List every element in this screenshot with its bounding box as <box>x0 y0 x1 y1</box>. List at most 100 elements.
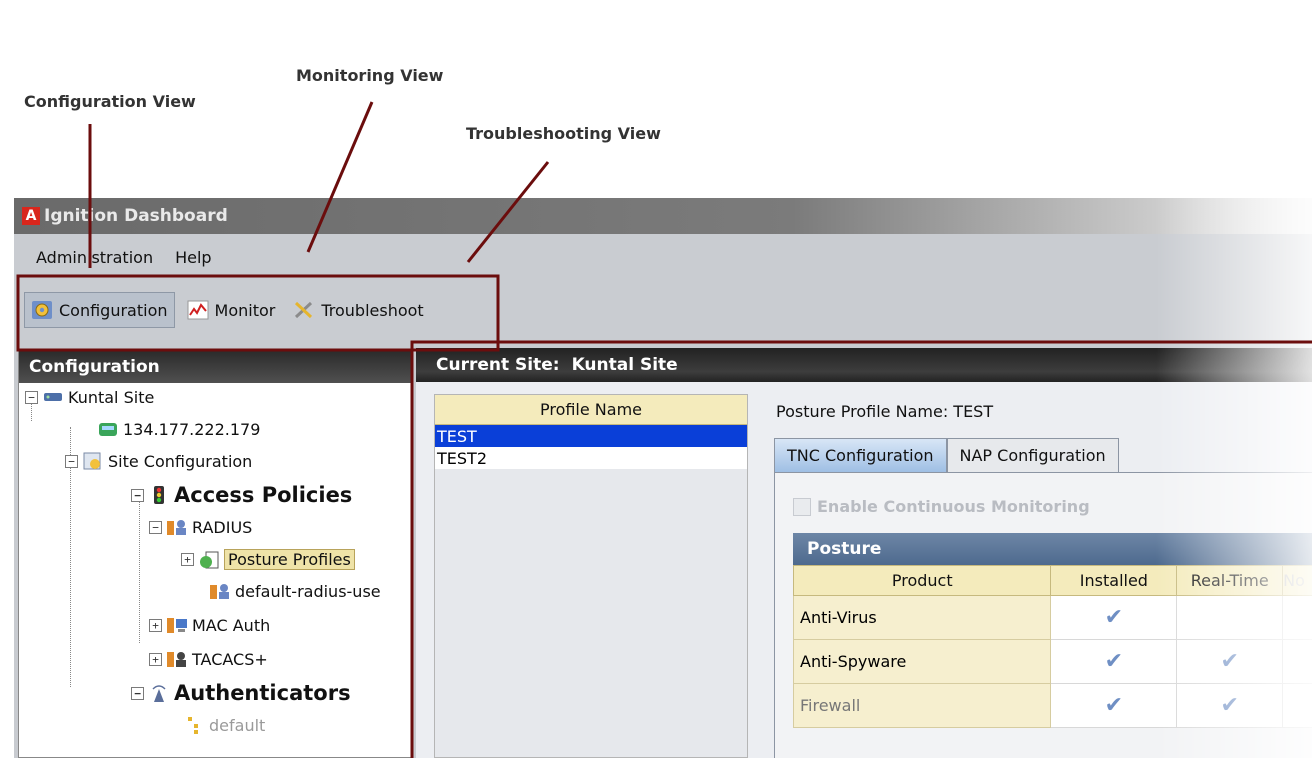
configuration-view-button[interactable]: Configuration <box>24 292 175 328</box>
tree-node-site-configuration[interactable]: − Site Configuration <box>65 451 252 471</box>
collapse-icon[interactable]: − <box>25 390 38 404</box>
installed-column-header[interactable]: Installed <box>1050 565 1178 596</box>
posture-icon <box>200 551 219 568</box>
table-row[interactable]: Anti-Spyware ✔ ✔ <box>792 639 1312 684</box>
gear-icon <box>32 301 52 319</box>
tree-label-ip: 134.177.222.179 <box>123 419 261 439</box>
tree-node-authenticators[interactable]: − Authenticators <box>131 681 351 705</box>
enable-monitoring-label: Enable Continuous Monitoring <box>817 497 1090 516</box>
next-column-header[interactable]: No <box>1282 565 1312 596</box>
tree-node-mac-auth[interactable]: + MAC Auth <box>149 615 270 635</box>
users-icon <box>210 584 229 599</box>
config-tabs: TNC Configuration NAP Configuration <box>774 438 1119 472</box>
enable-monitoring-row: Enable Continuous Monitoring <box>793 497 1090 516</box>
tree-node-radius[interactable]: − RADIUS <box>149 517 252 537</box>
tab-nap-configuration[interactable]: NAP Configuration <box>946 438 1119 472</box>
app-window: A Ignition Dashboard Administration Help… <box>14 198 1312 758</box>
installed-cell[interactable]: ✔ <box>1050 595 1178 640</box>
tree-node-access-policies[interactable]: − Access Policies <box>131 483 352 507</box>
checkmark-icon: ✔ <box>1104 605 1124 630</box>
realtime-cell[interactable] <box>1176 595 1284 640</box>
current-site-label: Current Site: <box>436 355 560 375</box>
configuration-view-callout: Configuration View <box>24 92 196 111</box>
realtime-cell[interactable]: ✔ <box>1176 639 1284 684</box>
expand-icon[interactable]: + <box>149 652 162 666</box>
profile-row[interactable]: TEST2 <box>435 447 747 469</box>
tree-label-posture-profiles: Posture Profiles <box>224 549 355 570</box>
troubleshooting-view-callout: Troubleshooting View <box>466 124 661 143</box>
chart-icon <box>187 300 209 320</box>
troubleshoot-view-button[interactable]: Troubleshoot <box>287 292 429 328</box>
configuration-tree-panel: Configuration − Kuntal Site 134.177.222.… <box>18 350 412 758</box>
tree-label-mac-auth: MAC Auth <box>192 615 271 635</box>
posture-profile-name: Posture Profile Name: TEST <box>776 402 994 421</box>
tnc-configuration-pane: Enable Continuous Monitoring Posture Pro… <box>774 472 1312 758</box>
collapse-icon[interactable]: − <box>65 454 78 468</box>
checkmark-icon: ✔ <box>1104 649 1124 674</box>
monitor-view-label: Monitor <box>214 300 276 320</box>
current-site-value: Kuntal Site <box>571 355 678 375</box>
expand-icon[interactable]: + <box>149 618 162 632</box>
posture-section-header: Posture <box>793 533 1312 565</box>
checkmark-icon: ✔ <box>1220 693 1239 718</box>
menu-help[interactable]: Help <box>175 248 211 267</box>
tree-group-icon <box>188 717 198 734</box>
configuration-view-label: Configuration <box>59 300 168 320</box>
profile-name-column-header[interactable]: Profile Name <box>435 395 747 425</box>
table-row[interactable]: Anti-Virus ✔ <box>792 595 1312 640</box>
current-site-header: Current Site: Kuntal Site <box>416 348 1312 382</box>
tree-node-site[interactable]: − Kuntal Site <box>25 387 154 407</box>
menu-administration[interactable]: Administration <box>36 248 153 267</box>
troubleshoot-view-label: Troubleshoot <box>321 300 424 320</box>
table-row[interactable]: Firewall ✔ ✔ <box>792 683 1312 728</box>
product-cell: Anti-Virus <box>792 595 1052 640</box>
menu-bar: Administration Help <box>14 234 1312 280</box>
realtime-column-header[interactable]: Real-Time <box>1176 565 1284 596</box>
monitor-view-button[interactable]: Monitor <box>181 292 282 328</box>
view-toolbar: Configuration Monitor Troubleshoot <box>14 280 1312 340</box>
profile-list: Profile Name TEST TEST2 <box>434 394 748 758</box>
tree-label-access-policies: Access Policies <box>174 483 353 507</box>
tree-label-site: Kuntal Site <box>68 387 155 407</box>
tree-label-radius: RADIUS <box>192 517 253 537</box>
product-column-header[interactable]: Product <box>792 565 1052 596</box>
posture-section: Posture Product Installed Real-Time No A… <box>792 533 1312 728</box>
title-bar: A Ignition Dashboard <box>14 198 1312 234</box>
window-title: Ignition Dashboard <box>44 206 228 226</box>
tab-tnc-configuration[interactable]: TNC Configuration <box>774 438 947 472</box>
server-icon <box>99 423 117 436</box>
collapse-icon[interactable]: − <box>131 488 144 502</box>
posture-table: Product Installed Real-Time No Anti-Viru… <box>792 565 1312 728</box>
extra-cell <box>1282 639 1312 684</box>
antenna-icon <box>152 685 166 702</box>
tree-label-tacacs: TACACS+ <box>192 649 268 669</box>
app-logo-icon: A <box>22 207 40 225</box>
tree-label-authenticators: Authenticators <box>174 681 351 705</box>
configuration-panel-header: Configuration <box>19 351 411 383</box>
installed-cell[interactable]: ✔ <box>1050 639 1178 684</box>
tree-node-tacacs[interactable]: + TACACS+ <box>149 649 268 669</box>
tree-label-site-configuration: Site Configuration <box>108 451 253 471</box>
user-lock-icon <box>167 652 186 667</box>
tree-node-ip[interactable]: 134.177.222.179 <box>97 419 260 439</box>
collapse-icon[interactable]: − <box>149 520 162 534</box>
checkmark-icon: ✔ <box>1220 649 1239 674</box>
expand-icon[interactable]: + <box>181 553 194 566</box>
profile-detail: Posture Profile Name: TEST TNC Configura… <box>760 394 1312 758</box>
tree-node-default-radius[interactable]: default-radius-use <box>209 581 381 601</box>
profile-row[interactable]: TEST <box>435 425 747 447</box>
tree-node-default[interactable]: default <box>183 715 265 735</box>
tree-node-posture-profiles[interactable]: + Posture Profiles <box>181 549 355 570</box>
checkmark-icon: ✔ <box>1104 693 1124 718</box>
collapse-icon[interactable]: − <box>131 686 144 700</box>
extra-cell <box>1282 683 1312 728</box>
enable-monitoring-checkbox[interactable] <box>793 497 811 516</box>
product-cell: Firewall <box>792 683 1052 728</box>
site-content-panel: Current Site: Kuntal Site Profile Name T… <box>416 348 1312 758</box>
product-cell: Anti-Spyware <box>792 639 1052 684</box>
extra-cell <box>1282 595 1312 640</box>
network-icon <box>44 393 62 401</box>
installed-cell[interactable]: ✔ <box>1050 683 1178 728</box>
realtime-cell[interactable]: ✔ <box>1176 683 1284 728</box>
monitoring-view-callout: Monitoring View <box>296 66 444 85</box>
